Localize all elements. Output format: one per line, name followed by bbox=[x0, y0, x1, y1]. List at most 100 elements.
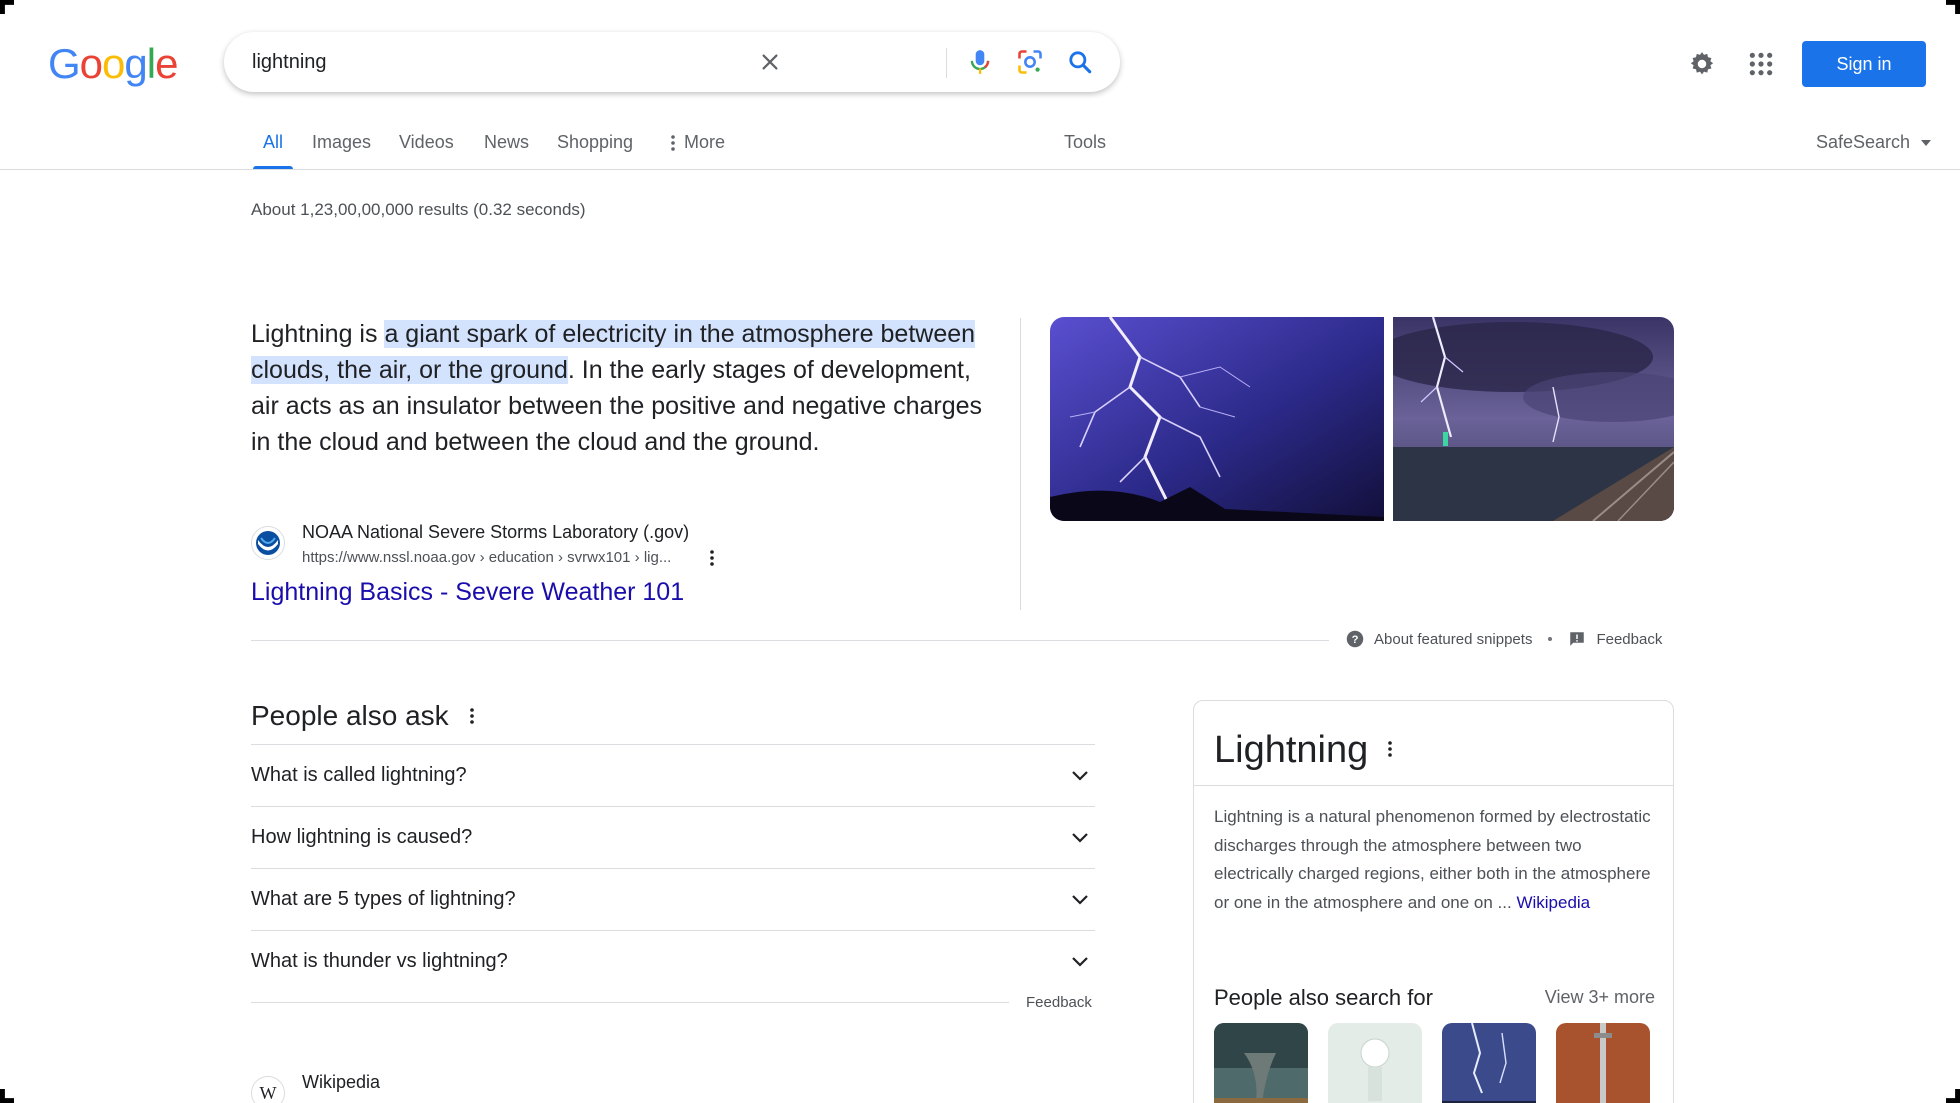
view-more-link[interactable]: View 3+ more bbox=[1545, 987, 1655, 1008]
logo-letter: l bbox=[146, 40, 156, 87]
snippet-image-lightning[interactable] bbox=[1050, 317, 1384, 521]
lightning-rod-image bbox=[1556, 1023, 1650, 1103]
voice-search-button[interactable] bbox=[964, 46, 996, 78]
close-icon bbox=[762, 54, 778, 70]
logo-letter: o bbox=[79, 40, 103, 87]
related-thumb-lamp[interactable] bbox=[1328, 1023, 1422, 1103]
camera-lens-icon bbox=[1018, 50, 1042, 74]
feedback-icon bbox=[1570, 632, 1585, 646]
city-lightning-image bbox=[1442, 1023, 1536, 1103]
paa-divider-line bbox=[251, 1002, 1009, 1003]
featured-snippet-text: Lightning is a giant spark of electricit… bbox=[251, 316, 991, 460]
logo-letter: o bbox=[102, 40, 125, 87]
wikipedia-link[interactable]: Wikipedia bbox=[1516, 893, 1590, 912]
search-box[interactable] bbox=[224, 32, 1120, 92]
logo-letter: g bbox=[124, 40, 147, 87]
source-name[interactable]: NOAA National Severe Storms Laboratory (… bbox=[302, 522, 689, 543]
corner-mark bbox=[1946, 1089, 1960, 1103]
paa-question-text: What is called lightning? bbox=[251, 764, 467, 786]
clear-search-button[interactable] bbox=[754, 46, 786, 78]
tab-more[interactable]: More bbox=[670, 132, 725, 153]
search-submit-button[interactable] bbox=[1064, 46, 1096, 78]
more-vert-icon bbox=[470, 708, 474, 724]
snippet-divider bbox=[1020, 318, 1021, 610]
logo-letter: e bbox=[155, 40, 178, 87]
paa-question[interactable]: What is called lightning? bbox=[251, 744, 1095, 806]
search-tabs: All Images Videos News Shopping More Too… bbox=[0, 128, 1960, 170]
search-icon bbox=[1069, 51, 1092, 74]
safesearch-button[interactable]: SafeSearch bbox=[1816, 132, 1932, 153]
knowledge-panel-title: Lightning bbox=[1214, 729, 1369, 771]
people-also-ask-title: People also ask bbox=[251, 700, 449, 731]
paa-question-text: What is thunder vs lightning? bbox=[251, 950, 508, 972]
snippet-image-pier[interactable] bbox=[1393, 317, 1674, 521]
snippet-feedback-link[interactable]: Feedback bbox=[1596, 631, 1662, 648]
about-featured-snippets-link[interactable]: About featured snippets bbox=[1374, 631, 1532, 648]
corner-mark bbox=[0, 1089, 14, 1103]
paa-question[interactable]: How lightning is caused? bbox=[251, 806, 1095, 868]
source-url[interactable]: https://www.nssl.noaa.gov › education › … bbox=[302, 549, 671, 566]
snippet-divider-line bbox=[251, 640, 1329, 641]
tab-images[interactable]: Images bbox=[312, 132, 371, 153]
snippet-result-link[interactable]: Lightning Basics - Severe Weather 101 bbox=[251, 578, 684, 607]
related-thumb-rod[interactable] bbox=[1556, 1023, 1650, 1103]
tab-videos[interactable]: Videos bbox=[399, 132, 454, 153]
related-thumb-city-storm[interactable] bbox=[1442, 1023, 1536, 1103]
people-also-search-thumbs bbox=[1214, 1023, 1650, 1103]
snippet-prefix: Lightning is bbox=[251, 320, 385, 348]
lens-search-button[interactable] bbox=[1014, 46, 1046, 78]
lightning-photo bbox=[1050, 317, 1384, 521]
paa-feedback-link[interactable]: Feedback bbox=[1026, 994, 1092, 1011]
knowledge-panel-divider bbox=[1194, 785, 1673, 786]
tools-button[interactable]: Tools bbox=[1064, 132, 1106, 153]
more-vert-icon bbox=[671, 134, 675, 151]
paa-question-text: How lightning is caused? bbox=[251, 826, 473, 848]
more-vert-icon bbox=[710, 550, 714, 566]
snippet-footer: ? About featured snippets Feedback bbox=[1346, 630, 1662, 648]
chevron-down-icon bbox=[1072, 832, 1088, 843]
corner-mark bbox=[0, 0, 14, 14]
search-divider bbox=[946, 48, 947, 78]
sign-in-button[interactable]: Sign in bbox=[1802, 41, 1926, 87]
pier-storm-photo bbox=[1393, 317, 1674, 521]
tornado-image bbox=[1214, 1023, 1308, 1103]
knowledge-panel-description: Lightning is a natural phenomenon formed… bbox=[1214, 803, 1659, 917]
tab-all[interactable]: All bbox=[252, 132, 294, 169]
apps-grid-icon bbox=[1749, 52, 1773, 76]
people-also-search-title: People also search for bbox=[1214, 985, 1433, 1010]
wikipedia-site-name[interactable]: Wikipedia bbox=[302, 1072, 380, 1093]
help-icon: ? bbox=[1346, 630, 1364, 648]
people-also-ask-list: What is called lightning? How lightning … bbox=[251, 744, 1095, 992]
paa-question[interactable]: What is thunder vs lightning? bbox=[251, 930, 1095, 992]
noaa-favicon[interactable] bbox=[251, 526, 285, 560]
source-more-button[interactable] bbox=[702, 546, 722, 570]
chevron-down-icon bbox=[1072, 894, 1088, 905]
tab-more-label: More bbox=[684, 132, 726, 152]
safesearch-label: SafeSearch bbox=[1816, 132, 1911, 152]
paa-question-text: What are 5 types of lightning? bbox=[251, 888, 516, 910]
logo-letter: G bbox=[48, 40, 81, 87]
more-vert-icon bbox=[1388, 741, 1392, 757]
corner-mark bbox=[1946, 0, 1960, 14]
tab-news[interactable]: News bbox=[484, 132, 529, 153]
wikipedia-favicon[interactable]: W bbox=[251, 1076, 285, 1103]
plasma-lamp-image bbox=[1328, 1023, 1422, 1103]
noaa-logo-icon bbox=[256, 531, 280, 555]
caret-down-icon bbox=[1921, 139, 1932, 146]
gear-icon bbox=[1690, 52, 1714, 75]
separator-dot bbox=[1548, 637, 1553, 641]
google-logo[interactable]: Google bbox=[48, 40, 178, 88]
svg-text:?: ? bbox=[1352, 634, 1359, 646]
related-thumb-tornado[interactable] bbox=[1214, 1023, 1308, 1103]
settings-button[interactable] bbox=[1686, 48, 1718, 80]
apps-button[interactable] bbox=[1745, 48, 1777, 80]
microphone-icon bbox=[970, 50, 990, 74]
knowledge-panel-more-button[interactable] bbox=[1380, 737, 1400, 761]
paa-question[interactable]: What are 5 types of lightning? bbox=[251, 868, 1095, 930]
results-stats: About 1,23,00,00,000 results (0.32 secon… bbox=[251, 200, 586, 219]
paa-more-button[interactable] bbox=[462, 704, 482, 728]
knowledge-panel: Lightning Lightning is a natural phenome… bbox=[1193, 700, 1674, 1103]
chevron-down-icon bbox=[1072, 770, 1088, 781]
chevron-down-icon bbox=[1072, 956, 1088, 967]
tab-shopping[interactable]: Shopping bbox=[557, 132, 633, 153]
